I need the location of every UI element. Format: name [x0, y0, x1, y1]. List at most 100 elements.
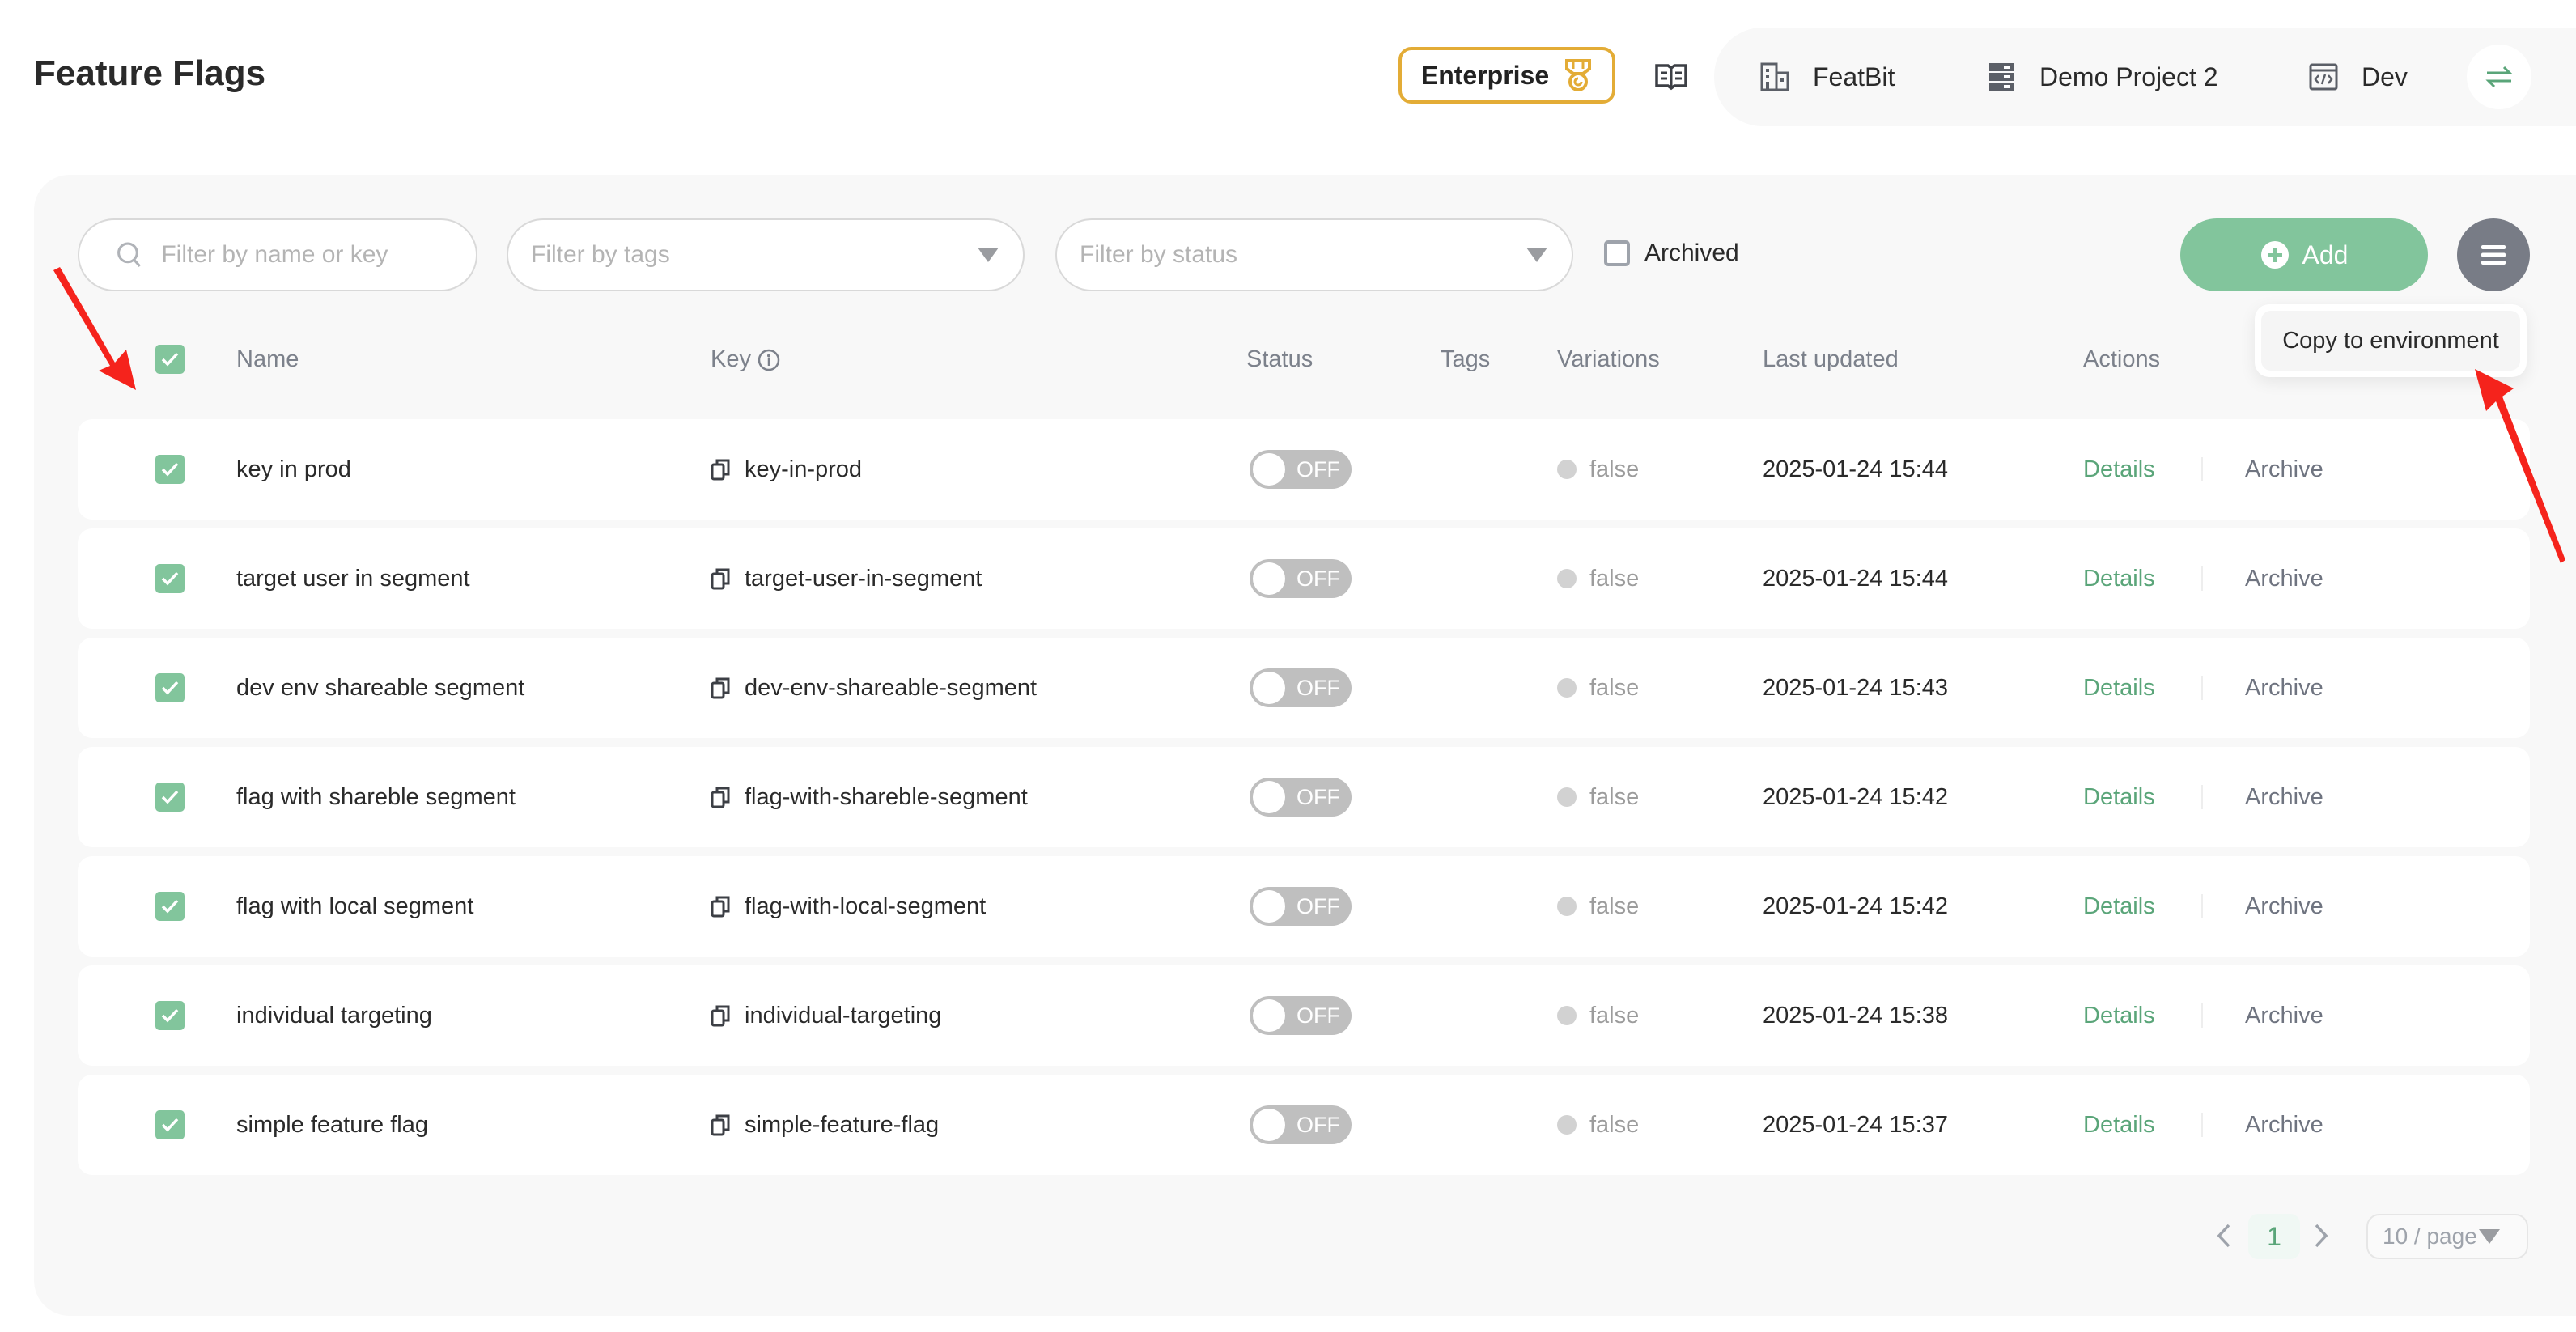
flag-key: simple-feature-flag	[711, 1075, 939, 1175]
status-toggle[interactable]: OFF	[1250, 638, 1352, 738]
copy-icon[interactable]	[711, 786, 730, 808]
toggle-switch[interactable]: OFF	[1250, 668, 1352, 707]
flag-name[interactable]: flag with local segment	[236, 856, 473, 957]
prev-page-button[interactable]	[2216, 1222, 2232, 1256]
flag-name[interactable]: target user in segment	[236, 528, 470, 629]
enterprise-badge[interactable]: Enterprise	[1398, 47, 1615, 104]
details-link[interactable]: Details	[2083, 856, 2155, 957]
chevron-down-icon	[978, 248, 999, 262]
plus-circle-icon	[2260, 241, 2289, 269]
row-checkbox[interactable]	[155, 528, 185, 629]
copy-to-environment-item[interactable]: Copy to environment	[2261, 311, 2520, 371]
tags-filter-input[interactable]	[529, 240, 978, 269]
details-link[interactable]: Details	[2083, 419, 2155, 520]
page-size-select[interactable]: 10 / page	[2366, 1214, 2528, 1259]
copy-icon[interactable]	[711, 895, 730, 918]
archive-link[interactable]: Archive	[2245, 965, 2323, 1066]
toggle-switch[interactable]: OFF	[1250, 887, 1352, 926]
environment-selector[interactable]: Dev	[2308, 28, 2408, 126]
last-updated: 2025-01-24 15:37	[1763, 1111, 1948, 1138]
enterprise-label: Enterprise	[1420, 60, 1550, 90]
status-toggle[interactable]: OFF	[1250, 419, 1352, 520]
select-all-checkbox[interactable]	[155, 345, 185, 374]
copy-icon[interactable]	[711, 1114, 730, 1136]
toggle-switch[interactable]: OFF	[1250, 450, 1352, 489]
archive-link[interactable]: Archive	[2245, 528, 2323, 629]
flag-variation: false	[1557, 856, 1639, 957]
flag-name[interactable]: individual targeting	[236, 965, 432, 1066]
variation-dot-icon	[1557, 460, 1577, 479]
toggle-switch[interactable]: OFF	[1250, 559, 1352, 598]
row-checkbox[interactable]	[155, 638, 185, 738]
flag-name[interactable]: key in prod	[236, 419, 351, 520]
flag-variation: false	[1557, 528, 1639, 629]
action-separator	[2201, 638, 2203, 738]
next-page-button[interactable]	[2313, 1222, 2329, 1256]
variation-value: false	[1589, 674, 1640, 701]
add-flag-button[interactable]: Add	[2180, 218, 2428, 291]
details-link[interactable]: Details	[2083, 638, 2155, 738]
status-filter-input[interactable]	[1078, 240, 1526, 269]
row-checkbox[interactable]	[155, 856, 185, 957]
toggle-knob	[1253, 999, 1285, 1032]
table-row: flag with local segment flag-with-local-…	[78, 856, 2530, 957]
details-link[interactable]: Details	[2083, 965, 2155, 1066]
switch-context-button[interactable]	[2467, 45, 2531, 109]
copy-icon[interactable]	[711, 567, 730, 590]
toggle-label: OFF	[1296, 457, 1340, 481]
row-checkbox[interactable]	[155, 419, 185, 520]
chevron-down-icon	[1526, 248, 1547, 262]
row-checkbox[interactable]	[155, 1075, 185, 1175]
flag-name[interactable]: simple feature flag	[236, 1075, 428, 1175]
page-size-value: 10 / page	[2383, 1224, 2477, 1249]
archived-checkbox[interactable]	[1604, 240, 1630, 266]
flag-key: individual-targeting	[711, 965, 941, 1066]
toggle-knob	[1253, 890, 1285, 923]
copy-icon[interactable]	[711, 677, 730, 699]
archive-link[interactable]: Archive	[2245, 1075, 2323, 1175]
flag-name[interactable]: dev env shareable segment	[236, 638, 524, 738]
status-toggle[interactable]: OFF	[1250, 1075, 1352, 1175]
status-toggle[interactable]: OFF	[1250, 856, 1352, 957]
archive-link[interactable]: Archive	[2245, 419, 2323, 520]
details-link[interactable]: Details	[2083, 528, 2155, 629]
checkbox-checked	[155, 673, 185, 702]
details-link[interactable]: Details	[2083, 747, 2155, 847]
archive-link[interactable]: Archive	[2245, 747, 2323, 847]
toggle-knob	[1253, 1109, 1285, 1141]
copy-icon[interactable]	[711, 1004, 730, 1027]
details-link[interactable]: Details	[2083, 1075, 2155, 1175]
more-menu-button[interactable]	[2457, 218, 2530, 291]
variation-value: false	[1589, 456, 1640, 482]
docs-book-icon[interactable]	[1654, 63, 1688, 91]
organization-selector[interactable]: FeatBit	[1759, 28, 1895, 126]
project-selector[interactable]: Demo Project 2	[1986, 28, 2218, 126]
page-1-button[interactable]: 1	[2248, 1214, 2300, 1259]
action-separator	[2201, 856, 2203, 957]
tags-filter[interactable]	[507, 218, 1025, 291]
column-header-actions: Actions	[2083, 346, 2161, 372]
status-toggle[interactable]: OFF	[1250, 965, 1352, 1066]
last-updated: 2025-01-24 15:44	[1763, 456, 1948, 482]
status-toggle[interactable]: OFF	[1250, 528, 1352, 629]
flag-key-text: individual-targeting	[745, 1002, 942, 1029]
row-checkbox[interactable]	[155, 747, 185, 847]
column-header-name[interactable]: Name	[236, 346, 299, 373]
checkbox-checked	[155, 1001, 185, 1030]
row-checkbox[interactable]	[155, 965, 185, 1066]
toggle-label: OFF	[1296, 1113, 1340, 1137]
table-row: key in prod key-in-prod OFF false 2025-0…	[78, 419, 2530, 520]
status-filter[interactable]	[1055, 218, 1573, 291]
column-header-key: Key	[711, 346, 780, 373]
toggle-switch[interactable]: OFF	[1250, 1105, 1352, 1144]
archive-link[interactable]: Archive	[2245, 856, 2323, 957]
flag-name[interactable]: flag with shareble segment	[236, 747, 516, 847]
info-icon[interactable]	[758, 349, 780, 371]
status-toggle[interactable]: OFF	[1250, 747, 1352, 847]
search-input[interactable]	[159, 240, 476, 269]
archived-toggle[interactable]: Archived	[1604, 240, 1739, 267]
copy-icon[interactable]	[711, 458, 730, 481]
toggle-switch[interactable]: OFF	[1250, 996, 1352, 1035]
archive-link[interactable]: Archive	[2245, 638, 2323, 738]
toggle-switch[interactable]: OFF	[1250, 778, 1352, 817]
